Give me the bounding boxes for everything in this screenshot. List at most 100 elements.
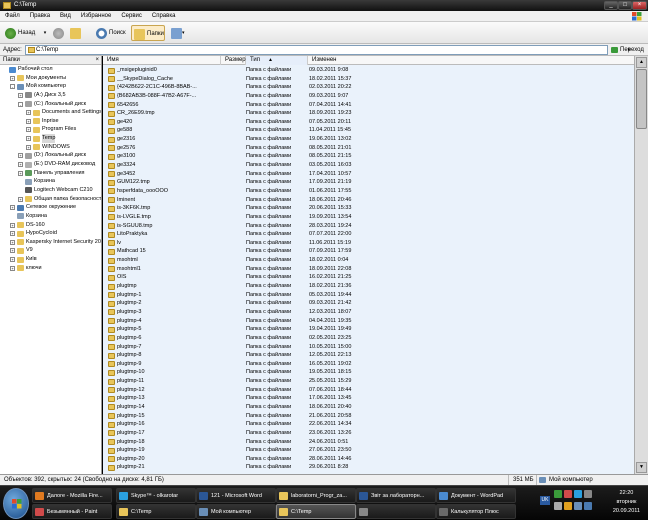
- taskbar-button[interactable]: Далоге - Mozilla Fire...: [32, 488, 112, 503]
- list-item[interactable]: ge588 Папка с файлами 11.04.2011 15:45: [103, 126, 634, 135]
- menu-help[interactable]: Справка: [147, 11, 181, 22]
- menu-favorites[interactable]: Избранное: [76, 11, 116, 22]
- expand-icon[interactable]: +: [18, 170, 23, 176]
- list-item[interactable]: is-LVGLE.tmp Папка с файлами 19.09.2011 13…: [103, 213, 634, 222]
- expand-icon[interactable]: +: [18, 196, 23, 202]
- tree-item[interactable]: + Documents and Settings: [0, 108, 101, 117]
- list-item[interactable]: Mathcad 15 Папка с файлами 07.09.2011 17:5…: [103, 247, 634, 256]
- collapse-icon[interactable]: -: [18, 101, 23, 107]
- list-item[interactable]: 6542656 Папка с файлами 07.04.2011 14:41: [103, 101, 634, 110]
- expand-icon[interactable]: +: [26, 127, 31, 133]
- taskbar-button[interactable]: Документ - WordPad: [436, 488, 516, 503]
- taskbar-button[interactable]: C:\Temp: [116, 504, 196, 519]
- clock[interactable]: 22:20 вторник 20.09.2011: [613, 489, 640, 516]
- list-item[interactable]: lv Папка с файлами 11.06.2011 15:19: [103, 239, 634, 248]
- back-button[interactable]: Назад: [3, 25, 41, 41]
- list-item[interactable]: msohtml Папка с файлами 18.02.2011 0:04: [103, 256, 634, 265]
- start-button[interactable]: [3, 488, 29, 519]
- expand-icon[interactable]: +: [18, 92, 23, 98]
- taskbar-button[interactable]: laboratorni_Progr_za...: [276, 488, 356, 503]
- list-item[interactable]: plugtmp-12 Папка с файлами 07.06.2011 18:4…: [103, 386, 634, 395]
- menu-file[interactable]: Файл: [0, 11, 25, 22]
- list-item[interactable]: {4242B622-2C1C-496B-8BAB-... Папка с файл…: [103, 83, 634, 92]
- close-button[interactable]: ×: [632, 1, 647, 10]
- list-item[interactable]: OIS Папка с файлами 16.02.2011 21:25: [103, 273, 634, 282]
- search-button[interactable]: Поиск: [94, 25, 128, 41]
- expand-icon[interactable]: +: [18, 162, 23, 168]
- title-bar[interactable]: C:\Temp _ □ ×: [0, 0, 648, 11]
- list-item[interactable]: ge420 Папка с файлами 07.05.2011 20:11: [103, 118, 634, 127]
- up-folder-button[interactable]: [68, 25, 81, 41]
- expand-icon[interactable]: +: [10, 222, 15, 228]
- folders-button[interactable]: Папки: [131, 25, 165, 41]
- taskbar-button[interactable]: [356, 504, 436, 519]
- list-item[interactable]: plugtmp Папка с файлами 18.02.2011 21:36: [103, 282, 634, 291]
- tree-item[interactable]: + Temp: [0, 134, 101, 143]
- minimize-button[interactable]: _: [604, 1, 618, 10]
- tree-item[interactable]: + Общая папка безопасност: [0, 195, 101, 204]
- list-item[interactable]: CR_26E99.tmp Папка с файлами 18.09.2011 19…: [103, 109, 634, 118]
- tree-item[interactable]: Рабочий стол: [0, 65, 101, 74]
- expand-icon[interactable]: +: [10, 231, 15, 237]
- list-item[interactable]: plugtmp-15 Папка с файлами 21.06.2011 20:5…: [103, 412, 634, 421]
- list-item[interactable]: is-SGUU8.tmp Папка с файлами 28.03.2011 19…: [103, 222, 634, 231]
- tree-item[interactable]: - Мой компьютер: [0, 82, 101, 91]
- list-item[interactable]: ge3452 Папка с файлами 17.04.2011 10:57: [103, 170, 634, 179]
- list-item[interactable]: plugtmp-9 Папка с файлами 16.05.2011 19:02: [103, 360, 634, 369]
- tree-item[interactable]: + Київ: [0, 255, 101, 264]
- scroll-thumb[interactable]: [636, 69, 647, 129]
- list-item[interactable]: plugtmp-7 Папка с файлами 10.05.2011 15:00: [103, 343, 634, 352]
- address-input[interactable]: C:\Temp ▾: [25, 45, 630, 55]
- expand-icon[interactable]: +: [18, 153, 23, 159]
- column-type[interactable]: Тип ▲: [246, 56, 308, 65]
- list-item[interactable]: plugtmp-21 Папка с файлами 29.06.2011 8:28: [103, 463, 634, 472]
- list-item[interactable]: plugtmp-5 Папка с файлами 19.04.2011 19:49: [103, 325, 634, 334]
- maximize-button[interactable]: □: [618, 1, 632, 10]
- back-dropdown[interactable]: ▾: [41, 25, 49, 41]
- list-item[interactable]: plugtmp-16 Папка с файлами 22.06.2011 14:3…: [103, 420, 634, 429]
- list-item[interactable]: GUM122.tmp Папка с файлами 17.09.2011 21:1…: [103, 178, 634, 187]
- menu-tools[interactable]: Сервис: [116, 11, 147, 22]
- list-item[interactable]: LitoPraktyka Папка с файлами 07.07.2011 22…: [103, 230, 634, 239]
- list-item[interactable]: plugtmp-4 Папка с файлами 04.04.2011 19:35: [103, 317, 634, 326]
- menu-edit[interactable]: Правка: [25, 11, 55, 22]
- tree-item[interactable]: + Панель управления: [0, 169, 101, 178]
- list-item[interactable]: Iminent Папка с файлами 18.06.2011 20:46: [103, 196, 634, 205]
- list-item[interactable]: ge2576 Папка с файлами 08.05.2011 21:01: [103, 144, 634, 153]
- list-item[interactable]: plugtmp-2 Папка с файлами 09.03.2011 21:42: [103, 299, 634, 308]
- expand-icon[interactable]: +: [10, 75, 15, 81]
- list-item[interactable]: plugtmp-18 Папка с файлами 24.06.2011 0:51: [103, 438, 634, 447]
- tree-item[interactable]: + ключи: [0, 264, 101, 273]
- close-icon[interactable]: ×: [95, 56, 99, 65]
- tree-item[interactable]: Корзина: [0, 212, 101, 221]
- expand-icon[interactable]: +: [26, 110, 31, 116]
- list-item[interactable]: plugtmp-10 Папка с файлами 19.05.2011 18:1…: [103, 368, 634, 377]
- views-button[interactable]: ▾: [169, 25, 189, 41]
- taskbar-button[interactable]: Skype™ - olkarotar: [116, 488, 196, 503]
- tree-item[interactable]: Logitech Webcam C210: [0, 186, 101, 195]
- kaspersky-icon[interactable]: [564, 490, 572, 498]
- tree-item[interactable]: + Сетевое окружение: [0, 203, 101, 212]
- volume-icon[interactable]: [554, 502, 562, 510]
- list-item[interactable]: _msigepluginid0 Папка с файлами 09.03.2011…: [103, 66, 634, 75]
- list-item[interactable]: ge3324 Папка с файлами 03.05.2011 16:03: [103, 161, 634, 170]
- taskbar-button[interactable]: Мой компьютер: [196, 504, 276, 519]
- expand-icon[interactable]: +: [10, 265, 15, 271]
- tree-item[interactable]: Корзина: [0, 177, 101, 186]
- expand-icon[interactable]: +: [10, 257, 15, 263]
- expand-icon[interactable]: +: [26, 144, 31, 150]
- menu-view[interactable]: Вид: [55, 11, 76, 22]
- list-item[interactable]: plugtmp-1 Папка с файлами 05.03.2011 19:44: [103, 291, 634, 300]
- vertical-scrollbar[interactable]: ▲ ▼: [634, 56, 648, 474]
- column-name[interactable]: Имя: [103, 56, 221, 65]
- list-item[interactable]: ge3100 Папка с файлами 08.05.2011 21:15: [103, 152, 634, 161]
- tree-item[interactable]: + HypoCycloid: [0, 229, 101, 238]
- list-item[interactable]: plugtmp-6 Папка с файлами 02.05.2011 23:25: [103, 334, 634, 343]
- scroll-up-icon[interactable]: ▲: [636, 57, 647, 68]
- list-item[interactable]: plugtmp-13 Папка с файлами 17.06.2011 13:4…: [103, 394, 634, 403]
- expand-icon[interactable]: +: [26, 136, 31, 142]
- taskbar-button[interactable]: Безымянный - Paint: [32, 504, 112, 519]
- list-item[interactable]: plugtmp-19 Папка с файлами 27.06.2011 23:5…: [103, 446, 634, 455]
- list-item[interactable]: plugtmp-8 Папка с файлами 12.05.2011 22:13: [103, 351, 634, 360]
- safely-remove-icon[interactable]: [574, 502, 582, 510]
